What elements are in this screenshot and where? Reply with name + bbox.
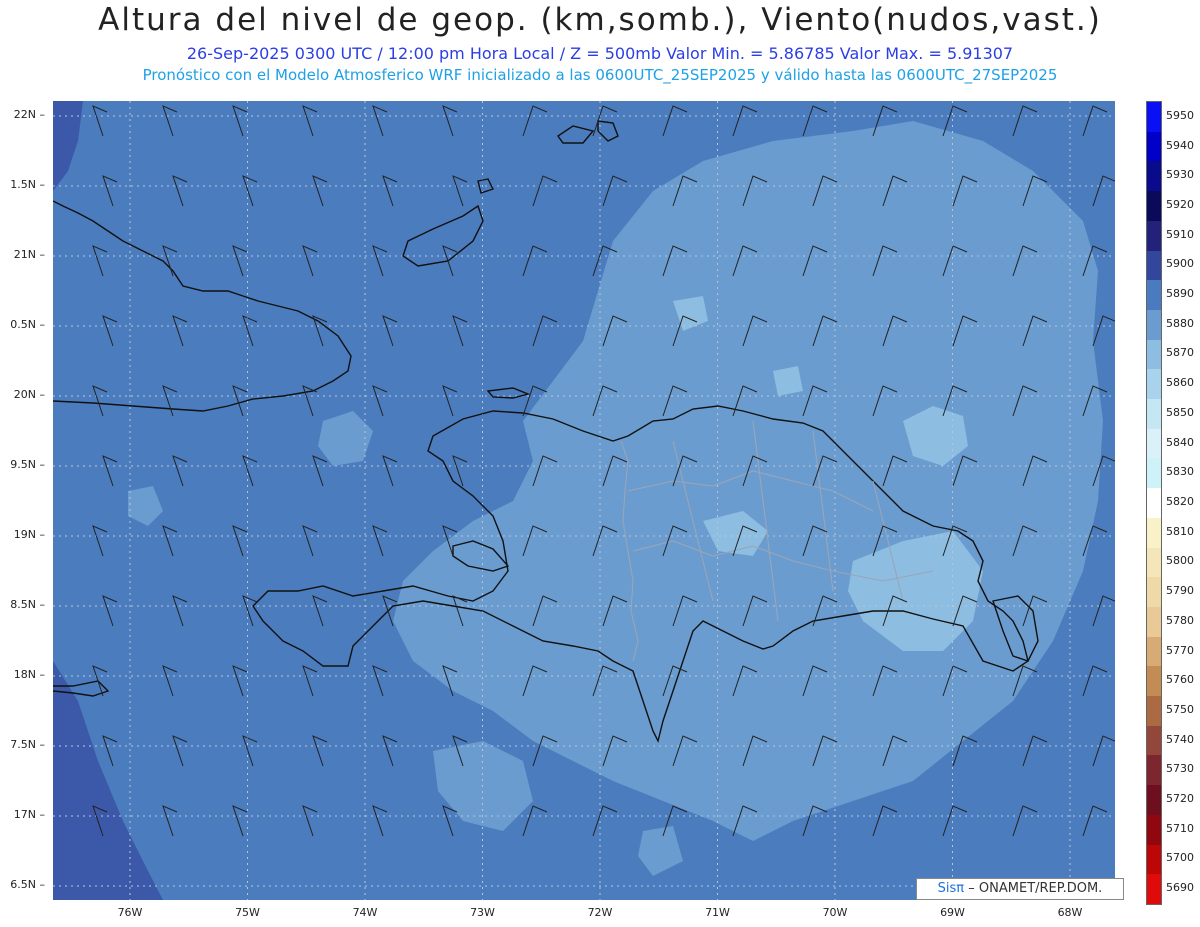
color-bar-segment [1147,250,1161,281]
lon-label: 73W [470,906,495,919]
lat-label: 9.5N – [10,458,45,471]
color-bar-segment [1147,547,1161,578]
color-bar-segment [1147,755,1161,786]
color-bar-label: 5810 [1166,524,1194,538]
color-bar-label: 5710 [1166,821,1194,835]
color-bar-label: 5950 [1166,108,1194,122]
color-bar-segment [1147,131,1161,162]
lon-label: 74W [352,906,378,919]
color-bar-segment [1147,814,1161,845]
color-bar-label: 5760 [1166,673,1194,687]
color-bar-segment [1147,458,1161,489]
lat-label: 1.5N – [10,178,45,191]
lon-label: 70W [822,906,848,919]
color-bar-segment [1147,428,1161,459]
lat-label: 6.5N – [10,878,45,891]
lat-label: 21N – [13,248,45,261]
color-bar-label: 5800 [1166,554,1194,568]
chart-title: Altura del nivel de geop. (km,somb.), Vi… [98,2,1102,38]
color-bar-segment [1147,696,1161,726]
lon-label: 68W [1057,906,1083,919]
lat-label: 17N – [13,808,45,821]
color-bar-label: 5880 [1166,316,1194,330]
color-bar-segment [1147,577,1161,607]
lat-label: 7.5N – [10,738,45,751]
color-bar-segment [1147,636,1161,667]
model-init-line: Pronóstico con el Modelo Atmosferico WRF… [142,66,1058,84]
lon-label: 71W [705,906,730,919]
color-bar-label: 5850 [1166,405,1194,419]
lat-label: 22N – [13,108,45,121]
lat-label: 0.5N – [10,318,45,331]
color-bar-segment [1147,369,1161,400]
color-bar-label: 5910 [1166,227,1194,241]
lon-label: 69W [940,906,965,919]
color-bar-label: 5690 [1166,881,1194,895]
color-bar-segment [1147,339,1161,370]
color-bar-label: 5900 [1166,257,1194,271]
color-bar-label: 5700 [1166,851,1194,865]
color-bar-label: 5770 [1166,643,1194,657]
color-bar-label: 5730 [1166,762,1194,776]
color-bar-label: 5790 [1166,584,1194,598]
lat-label: 8.5N – [10,598,45,611]
color-bar-label: 5940 [1166,138,1194,152]
credit-text: – ONAMET/REP.DOM. [968,881,1103,896]
lat-label: 18N – [13,668,45,681]
color-bar-segment [1147,399,1161,429]
lat-label: 19N – [13,528,45,541]
color-bar-label: 5820 [1166,495,1194,508]
color-bar-label: 5780 [1166,613,1194,627]
lon-label: 76W [117,906,143,919]
color-bar-label: 5740 [1166,732,1194,746]
color-bar-label: 5860 [1166,376,1194,390]
color-bar-segment [1147,874,1161,904]
light-shade-patch [773,366,803,396]
sispi-logo-text: Sisπ [937,881,965,896]
valid-time-subtitle: 26-Sep-2025 0300 UTC / 12:00 pm Hora Loc… [186,44,1014,63]
color-bar-label: 5750 [1166,702,1194,716]
color-bar [1146,101,1162,905]
color-bar-segment [1147,844,1161,875]
map-panel: Sisπ – ONAMET/REP.DOM. [52,101,1124,900]
color-bar-label: 5720 [1166,792,1194,806]
color-bar-segment [1147,191,1161,221]
color-bar-label: 5830 [1166,465,1194,479]
color-bar-segment [1147,606,1161,637]
lon-label: 72W [587,906,613,919]
color-bar-label: 5920 [1166,197,1194,211]
color-bar-segment [1147,725,1161,756]
color-bar-segment [1147,220,1161,251]
color-bar-segment [1147,102,1161,132]
color-bar-segment [1147,666,1161,697]
color-bar-label: 5930 [1166,168,1194,182]
color-bar-segment [1147,488,1161,518]
color-bar-label: 5870 [1166,346,1194,360]
color-bar-segment [1147,785,1161,815]
credit-box: Sisπ – ONAMET/REP.DOM. [916,878,1124,900]
color-bar-label: 5890 [1166,287,1194,301]
color-bar-segment [1147,161,1161,192]
map-canvas [52,101,1118,900]
lon-label: 75W [235,906,260,919]
color-bar-label: 5840 [1166,435,1194,449]
lat-label: 20N – [13,388,45,401]
color-bar-segment [1147,517,1161,548]
color-bar-segment [1147,309,1161,340]
color-bar-segment [1147,280,1161,310]
